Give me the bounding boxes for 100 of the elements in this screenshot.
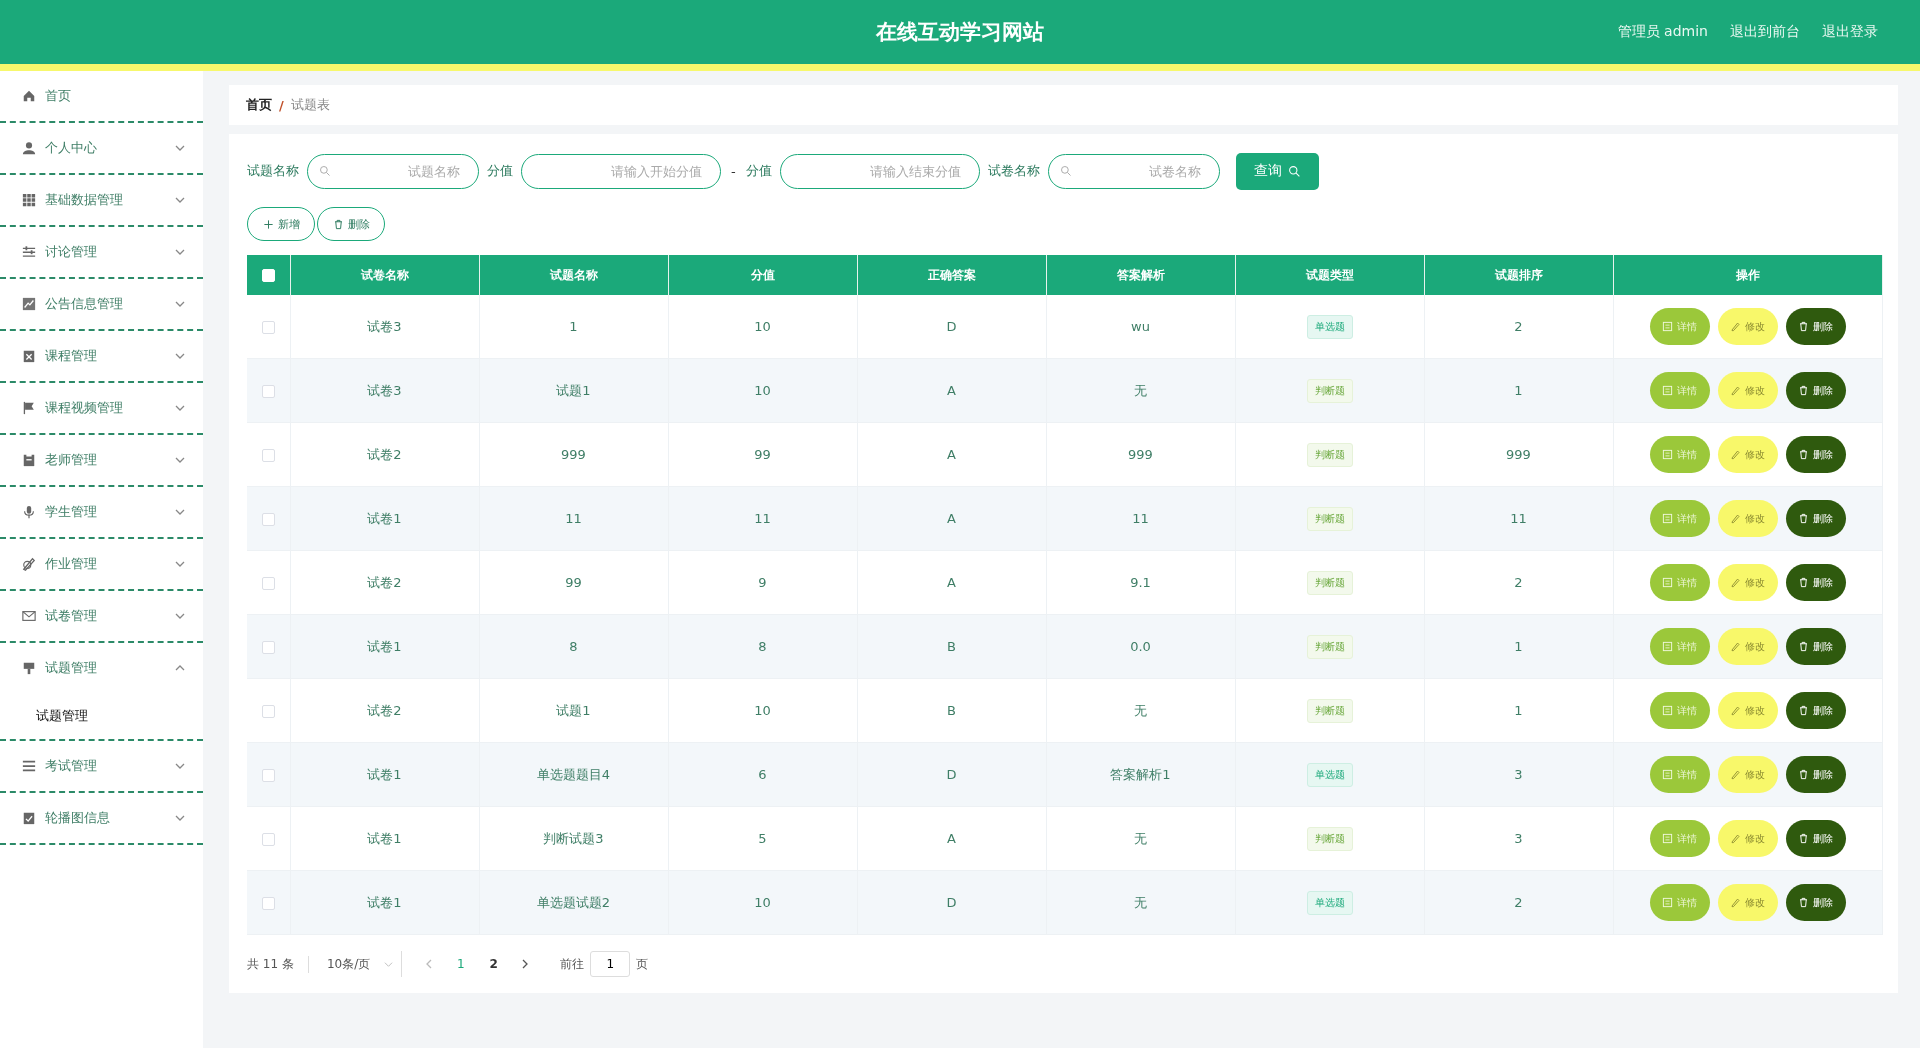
page-suffix: 页	[636, 955, 649, 973]
query-button[interactable]: 查询	[1235, 152, 1319, 190]
page-number[interactable]: 2	[477, 956, 511, 972]
question-type-tag: 判断题	[1306, 378, 1353, 403]
delete-button[interactable]: 删除	[1785, 756, 1846, 793]
submenu-item[interactable]: 试题管理	[36, 707, 88, 725]
column-header: 试卷名称	[290, 255, 479, 295]
delete-button[interactable]: 删除	[1785, 500, 1846, 537]
edit-button[interactable]: 修改	[1717, 692, 1778, 729]
filter-label: 试卷名称	[987, 162, 1040, 180]
filter-label: 分值	[487, 162, 513, 180]
pencil-icon	[1730, 897, 1741, 908]
edit-button[interactable]: 修改	[1717, 756, 1778, 793]
menu-item[interactable]: 个人中心	[0, 123, 203, 173]
row-checkbox[interactable]	[261, 705, 275, 718]
delete-button[interactable]: 删除	[1785, 308, 1846, 345]
table-cell: 试卷3	[290, 295, 479, 359]
pencil-icon	[1730, 577, 1741, 588]
trash-icon	[1798, 321, 1809, 332]
edit-button[interactable]: 修改	[1717, 372, 1778, 409]
table-cell: 2	[1424, 295, 1613, 359]
search-icon	[319, 165, 331, 177]
delete-button[interactable]: 删除	[1785, 372, 1846, 409]
header-link[interactable]: 退出登录	[1822, 23, 1878, 41]
menu-item[interactable]: 考试管理	[0, 741, 203, 791]
table-cell: 3	[1424, 742, 1613, 807]
menu-item[interactable]: 基础数据管理	[0, 175, 203, 225]
row-checkbox[interactable]	[261, 577, 275, 590]
menu-item[interactable]: 试卷管理	[0, 591, 203, 641]
table-cell: B	[857, 678, 1046, 743]
table-cell: D	[857, 295, 1046, 359]
edit-button[interactable]: 修改	[1717, 628, 1778, 665]
header-link[interactable]: 退出到前台	[1730, 23, 1800, 41]
delete-button[interactable]: 删除	[1785, 436, 1846, 473]
question-type-tag: 判断题	[1306, 506, 1353, 531]
menu-item[interactable]: 作业管理	[0, 539, 203, 589]
menu-item[interactable]: 老师管理	[0, 435, 203, 485]
chevron-down-icon	[384, 959, 394, 969]
search-field[interactable]: 请输入开始分值	[521, 153, 721, 189]
table-cell: 无	[1046, 358, 1235, 423]
question-type-tag: 判断题	[1306, 826, 1353, 851]
pencil-icon	[1730, 321, 1741, 332]
table-cell: 2	[1424, 550, 1613, 615]
question-type-tag: 判断题	[1306, 634, 1353, 659]
menu-item[interactable]: 试题管理	[0, 643, 203, 693]
delete-button[interactable]: 删除	[1785, 564, 1846, 601]
column-header: 试题排序	[1424, 255, 1613, 295]
menu-icon	[22, 401, 36, 415]
row-checkbox[interactable]	[261, 833, 275, 846]
edit-button[interactable]: 修改	[1717, 820, 1778, 857]
table-cell: wu	[1046, 295, 1235, 359]
menu-icon	[22, 453, 36, 467]
row-checkbox[interactable]	[261, 321, 275, 334]
menu-item[interactable]: 讨论管理	[0, 227, 203, 277]
row-checkbox[interactable]	[261, 769, 275, 782]
delete-button[interactable]: 删除	[1785, 820, 1846, 857]
header-link[interactable]: 管理员 admin	[1617, 23, 1708, 41]
table-cell: 试卷1	[290, 742, 479, 807]
menu-item[interactable]: 公告信息管理	[0, 279, 203, 329]
breadcrumb-item[interactable]: 首页	[246, 96, 272, 114]
table-cell: 10	[668, 870, 857, 935]
edit-button[interactable]: 修改	[1717, 436, 1778, 473]
edit-button[interactable]: 修改	[1717, 564, 1778, 601]
search-field[interactable]: 试卷名称	[1047, 153, 1220, 189]
row-checkbox[interactable]	[261, 385, 275, 398]
add-button[interactable]: 新增	[247, 207, 315, 241]
edit-button[interactable]: 修改	[1717, 308, 1778, 345]
page-input[interactable]: 1	[590, 951, 631, 977]
select-all-checkbox[interactable]	[261, 269, 275, 282]
search-field[interactable]: 请输入结束分值	[779, 153, 980, 189]
row-checkbox[interactable]	[261, 641, 275, 654]
page-size-select[interactable]: 10条/页	[308, 951, 403, 977]
page-number[interactable]: 1	[444, 956, 478, 972]
table-cell: 999	[479, 422, 668, 487]
column-header: 试题名称	[479, 255, 668, 295]
filter-label: 试题名称	[247, 162, 299, 180]
search-field[interactable]: 试题名称	[307, 153, 479, 189]
document-icon	[1662, 321, 1673, 332]
row-checkbox[interactable]	[261, 897, 275, 910]
menu-item[interactable]: 学生管理	[0, 487, 203, 537]
menu-item[interactable]: 首页	[0, 71, 203, 121]
delete-button[interactable]: 删除	[1785, 884, 1846, 921]
delete-button[interactable]: 删除	[1785, 692, 1846, 729]
row-checkbox[interactable]	[261, 513, 275, 526]
delete-button[interactable]: 删除	[317, 207, 385, 241]
pencil-icon	[1730, 641, 1741, 652]
trash-icon	[1798, 769, 1809, 780]
menu-item[interactable]: 轮播图信息	[0, 793, 203, 843]
search-icon	[1287, 164, 1301, 178]
table-cell: 试卷1	[290, 806, 479, 871]
question-type-tag: 单选题	[1306, 762, 1353, 787]
table-cell: 答案解析1	[1046, 742, 1235, 807]
menu-item[interactable]: 课程管理	[0, 331, 203, 381]
table-cell: 无	[1046, 678, 1235, 743]
delete-button[interactable]: 删除	[1785, 628, 1846, 665]
edit-button[interactable]: 修改	[1717, 500, 1778, 537]
question-type-tag: 单选题	[1306, 314, 1353, 339]
edit-button[interactable]: 修改	[1717, 884, 1778, 921]
menu-item[interactable]: 课程视频管理	[0, 383, 203, 433]
row-checkbox[interactable]	[261, 449, 275, 462]
